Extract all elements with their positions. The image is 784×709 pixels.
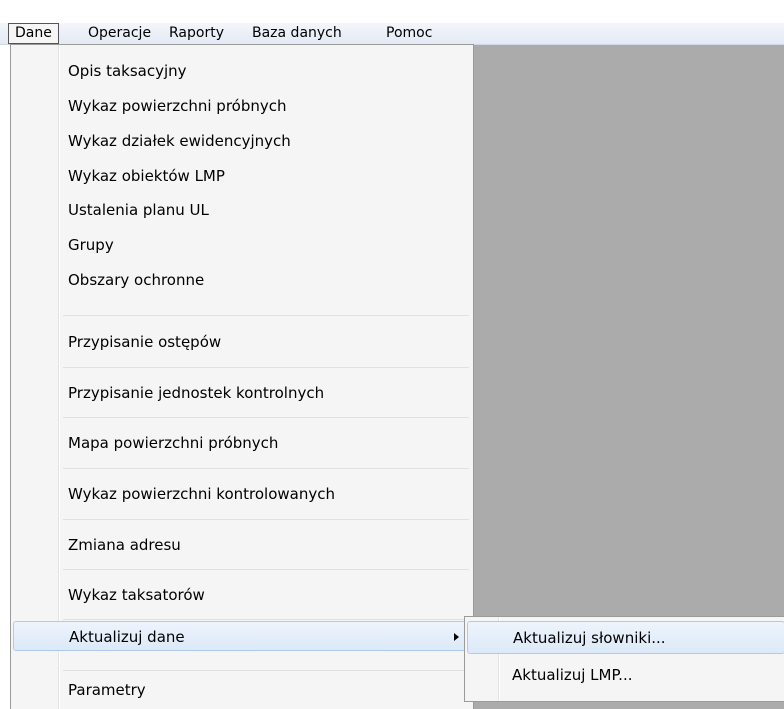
submenu-arrow-icon <box>454 633 459 641</box>
menu-dane[interactable]: Dane <box>8 23 59 44</box>
menu-item-label: Aktualizuj słowniki... <box>513 629 666 647</box>
menu-separator <box>63 569 469 570</box>
menu-item-label: Wykaz powierzchni próbnych <box>68 97 287 115</box>
menu-item-label: Przypisanie ostępów <box>68 333 222 351</box>
menu-item-grupy[interactable]: Grupy <box>13 230 471 260</box>
menu-item-wykaz-taksatorow[interactable]: Wykaz taksatorów <box>13 580 471 610</box>
aktualizuj-dane-submenu: Aktualizuj słowniki... Aktualizuj LMP... <box>464 616 784 702</box>
menu-item-obszary-ochronne[interactable]: Obszary ochronne <box>13 265 471 295</box>
menu-item-wykaz-obiektow-lmp[interactable]: Wykaz obiektów LMP <box>13 161 471 191</box>
menu-item-label: Grupy <box>68 236 114 254</box>
menu-item-label: Obszary ochronne <box>68 271 205 289</box>
menu-pomoc[interactable]: Pomoc <box>380 23 438 44</box>
menu-separator <box>63 315 469 316</box>
menu-item-parametry[interactable]: Parametry <box>13 675 471 705</box>
menu-item-label: Ustalenia planu UL <box>68 201 209 219</box>
menu-item-mapa-powierzchni[interactable]: Mapa powierzchni próbnych <box>13 428 471 458</box>
menu-raporty[interactable]: Raporty <box>163 23 230 44</box>
menu-separator <box>63 417 469 418</box>
menu-separator <box>63 468 469 469</box>
menu-item-label: Wykaz działek ewidencyjnych <box>68 132 291 150</box>
menu-operacje[interactable]: Operacje <box>82 23 157 44</box>
menu-item-label: Przypisanie jednostek kontrolnych <box>68 384 325 402</box>
menu-item-wykaz-dzialek[interactable]: Wykaz działek ewidencyjnych <box>13 126 471 156</box>
menu-separator <box>63 367 469 368</box>
menu-item-ustalenia-planu-ul[interactable]: Ustalenia planu UL <box>13 195 471 225</box>
menu-item-label: Wykaz taksatorów <box>68 586 205 604</box>
menu-baza-danych[interactable]: Baza danych <box>246 23 348 44</box>
menu-item-wykaz-powierzchni-kontrolowanych[interactable]: Wykaz powierzchni kontrolowanych <box>13 479 471 509</box>
menu-item-label: Mapa powierzchni próbnych <box>68 434 279 452</box>
menu-item-przypisanie-jednostek[interactable]: Przypisanie jednostek kontrolnych <box>13 378 471 408</box>
menu-separator <box>63 670 469 671</box>
menu-item-aktualizuj-slowniki[interactable]: Aktualizuj słowniki... <box>467 621 784 654</box>
client-area <box>474 45 784 709</box>
menu-item-label: Zmiana adresu <box>68 536 181 554</box>
menu-bar: Dane Operacje Raporty Baza danych Pomoc <box>0 0 784 45</box>
menu-item-opis-taksacyjny[interactable]: Opis taksacyjny <box>13 56 471 86</box>
menu-item-label: Wykaz powierzchni kontrolowanych <box>68 485 335 503</box>
menu-item-aktualizuj-dane[interactable]: Aktualizuj dane <box>13 621 471 651</box>
menu-item-aktualizuj-lmp[interactable]: Aktualizuj LMP... <box>467 659 784 692</box>
menu-item-przypisanie-ostepow[interactable]: Przypisanie ostępów <box>13 327 471 357</box>
menu-item-label: Opis taksacyjny <box>68 62 187 80</box>
menu-item-label: Parametry <box>68 681 146 699</box>
menu-item-zmiana-adresu[interactable]: Zmiana adresu <box>13 530 471 560</box>
menu-item-label: Wykaz obiektów LMP <box>68 167 225 185</box>
menu-item-label: Aktualizuj LMP... <box>512 666 633 684</box>
dane-dropdown-menu: Opis taksacyjny Wykaz powierzchni próbny… <box>10 44 474 709</box>
menu-item-label: Aktualizuj dane <box>69 628 185 646</box>
menu-item-wykaz-powierzchni-probnych[interactable]: Wykaz powierzchni próbnych <box>13 91 471 121</box>
menu-separator <box>63 619 469 620</box>
menu-separator <box>63 519 469 520</box>
